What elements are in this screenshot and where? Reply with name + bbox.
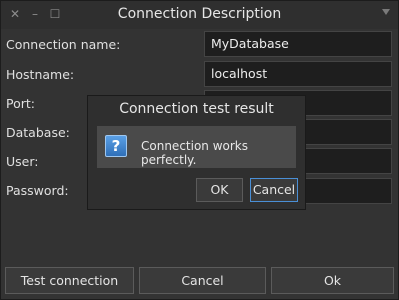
password-label: Password: — [6, 183, 69, 198]
title-bar[interactable]: ✕ – ☐ Connection Description — [1, 1, 398, 29]
test-connection-button[interactable]: Test connection — [5, 267, 134, 294]
hostname-label: Hostname: — [6, 67, 75, 82]
question-icon: ? — [105, 135, 127, 157]
port-label: Port: — [6, 96, 35, 111]
database-label: Database: — [6, 125, 70, 140]
dialog-title: Connection test result — [119, 101, 274, 117]
hostname-field[interactable]: localhost — [204, 61, 392, 87]
dialog-cancel-button[interactable]: Cancel — [250, 178, 298, 202]
chevron-down-icon[interactable] — [382, 9, 390, 15]
cancel-button[interactable]: Cancel — [139, 267, 266, 294]
connection-name-label: Connection name: — [6, 37, 121, 52]
ok-button[interactable]: Ok — [271, 267, 394, 294]
connection-name-field[interactable]: MyDatabase — [204, 31, 392, 57]
window-title: Connection Description — [117, 6, 282, 22]
dialog-message: Connection works perfectly. — [141, 139, 249, 167]
dialog-ok-button[interactable]: OK — [196, 178, 243, 202]
user-label: User: — [6, 154, 39, 169]
message-panel: ? Connection works perfectly. — [97, 126, 296, 168]
connection-test-result-dialog: Connection test result ? Connection work… — [87, 95, 306, 210]
